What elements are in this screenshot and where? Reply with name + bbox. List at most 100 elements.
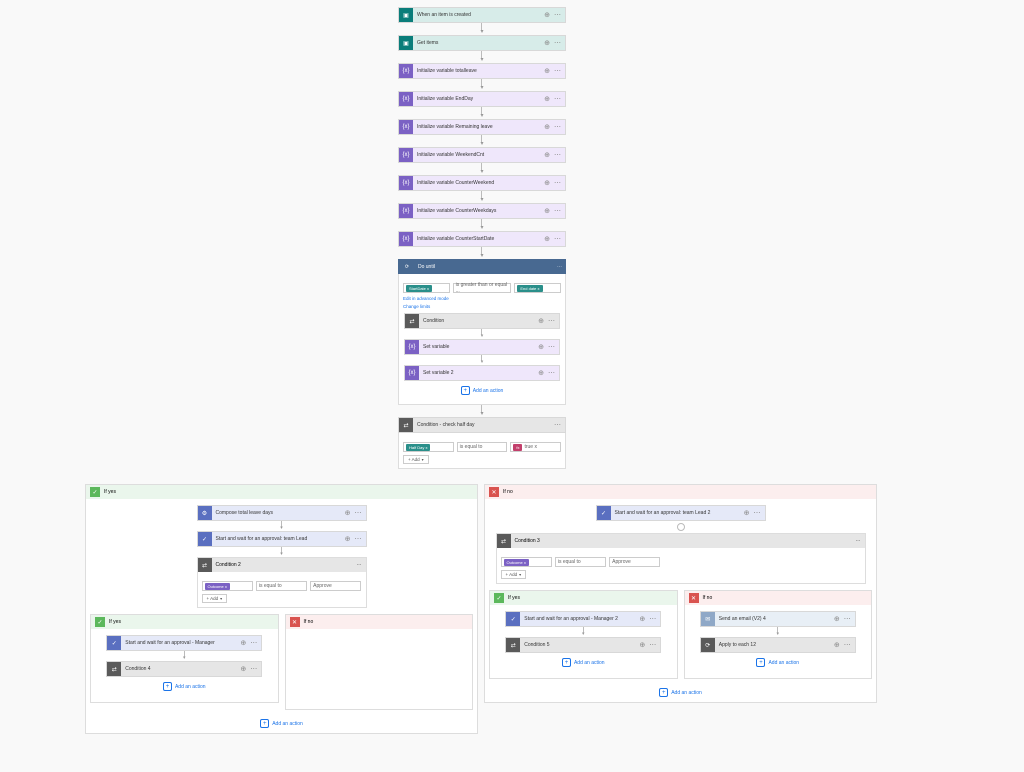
- variable-icon: {x}: [399, 120, 413, 134]
- add-action-link[interactable]: +Add an action: [86, 719, 477, 728]
- right-operand[interactable]: Approve: [609, 557, 660, 567]
- init-var-card[interactable]: {x}Initialize variable CounterStartDate⊕…: [398, 231, 566, 247]
- condition4-card[interactable]: ⇄Condition 4⊕⋯: [106, 661, 262, 677]
- operator-select[interactable]: is equal to: [457, 442, 508, 452]
- inner-if-yes: ✓If yes ✓Start and wait for an approval …: [489, 590, 678, 679]
- check-icon: ✓: [494, 593, 504, 603]
- init-var-card[interactable]: {x}Initialize variable Remaining leave⊕⋯: [398, 119, 566, 135]
- cross-icon: ✕: [489, 487, 499, 497]
- approval-card[interactable]: ✓Start and wait for an approval: team Le…: [197, 531, 367, 547]
- approval-icon: ✓: [107, 636, 121, 650]
- right-operand[interactable]: fxtrue x: [510, 442, 561, 452]
- collapse-icon[interactable]: ⊕: [544, 39, 550, 47]
- variable-icon: {x}: [405, 340, 419, 354]
- send-email-card[interactable]: ✉Send an email (V2) 4⊕⋯: [700, 611, 856, 627]
- if-yes-branch: ✓If yes ⚙Compose total leave days⊕⋯ ▾ ✓S…: [85, 484, 478, 734]
- operator-select[interactable]: is equal to: [256, 581, 307, 591]
- do-until-condition-row: StartDate x is greater than or equal ...…: [403, 283, 561, 293]
- approval-icon: ✓: [597, 506, 611, 520]
- add-condition-button[interactable]: + Add▾: [202, 594, 228, 603]
- add-condition-button[interactable]: + Add▾: [501, 570, 527, 579]
- card-title: When an item is created: [413, 12, 544, 18]
- token-startdate: StartDate x: [406, 285, 432, 292]
- more-icon[interactable]: ⋯: [554, 67, 561, 75]
- more-icon[interactable]: ⋯: [554, 11, 561, 19]
- condition3-box: ⇄Condition 3⋯ Outcome x is equal to Appr…: [496, 533, 866, 584]
- insert-step-circle[interactable]: [677, 523, 685, 531]
- condition2-header[interactable]: ⇄Condition 2⋯: [198, 558, 366, 572]
- init-var-card[interactable]: {x}Initialize variable WeekendCnt⊕⋯: [398, 147, 566, 163]
- change-limits-link[interactable]: Change limits: [403, 304, 561, 309]
- approval-card[interactable]: ✓Start and wait for an approval: team Le…: [596, 505, 766, 521]
- add-action-link[interactable]: +Add an action: [461, 386, 504, 395]
- condition3-header[interactable]: ⇄Condition 3⋯: [497, 534, 865, 548]
- init-var-card[interactable]: {x}Initialize variable totalleave⊕⋯: [398, 63, 566, 79]
- more-icon[interactable]: ⋯: [554, 39, 561, 47]
- do-until-header[interactable]: ⟳ Do until ⋯: [398, 259, 566, 274]
- connector-arrow: ▾: [480, 23, 483, 35]
- cross-icon: ✕: [290, 617, 300, 627]
- condition2-box: ⇄Condition 2⋯ Outcome x is equal to Appr…: [197, 557, 367, 608]
- card-actions: ⊕⋯: [544, 11, 565, 19]
- add-action-link[interactable]: +Add an action: [485, 688, 876, 697]
- compose-card[interactable]: ⚙Compose total leave days⊕⋯: [197, 505, 367, 521]
- right-operand[interactable]: Approve: [310, 581, 361, 591]
- left-operand[interactable]: StartDate x: [403, 283, 450, 293]
- card-title: Get items: [413, 40, 544, 46]
- left-operand[interactable]: Half Day x: [403, 442, 454, 452]
- edit-advanced-link[interactable]: Edit in advanced mode: [403, 296, 561, 301]
- init-var-card[interactable]: {x}Initialize variable CounterWeekend⊕⋯: [398, 175, 566, 191]
- right-operand[interactable]: End date x: [514, 283, 561, 293]
- connector-arrow: ▾: [480, 51, 483, 63]
- condition-halfday: ⇄Condition - check half day⋯ Half Day x …: [398, 417, 566, 469]
- check-icon: ✓: [90, 487, 100, 497]
- condition5-card[interactable]: ⇄Condition 5⊕⋯: [505, 637, 661, 653]
- variable-icon: {x}: [399, 232, 413, 246]
- if-no-header: ✕If no: [485, 485, 876, 499]
- condition-icon: ⇄: [405, 314, 419, 328]
- variable-icon: {x}: [405, 366, 419, 380]
- sharepoint-icon: ▣: [399, 36, 413, 50]
- setvar-card[interactable]: {x}Set variable 2⊕⋯: [404, 365, 560, 381]
- condition-icon: ⇄: [497, 534, 511, 548]
- condition-icon: ⇄: [399, 418, 413, 432]
- more-icon[interactable]: ⋯: [557, 264, 562, 270]
- do-until-container: ⟳ Do until ⋯ StartDate x is greater than…: [398, 259, 566, 405]
- condition-card[interactable]: ⇄Condition⊕⋯: [404, 313, 560, 329]
- branches-row: ✓If yes ⚙Compose total leave days⊕⋯ ▾ ✓S…: [71, 484, 891, 734]
- operator-select[interactable]: is greater than or equal ...: [453, 283, 512, 293]
- collapse-icon[interactable]: ⊕: [544, 11, 550, 19]
- add-action-link[interactable]: +Add an action: [562, 658, 605, 667]
- sharepoint-icon: ▣: [399, 8, 413, 22]
- apply-each-card[interactable]: ⟳Apply to each 12⊕⋯: [700, 637, 856, 653]
- condition-header[interactable]: ⇄Condition - check half day⋯: [398, 417, 566, 433]
- variable-icon: {x}: [399, 64, 413, 78]
- condition-icon: ⇄: [198, 558, 212, 572]
- approval-mgr-card[interactable]: ✓Start and wait for an approval - Manage…: [106, 635, 262, 651]
- variable-icon: {x}: [399, 204, 413, 218]
- left-operand[interactable]: Outcome x: [501, 557, 552, 567]
- add-condition-button[interactable]: + Add▾: [403, 455, 429, 464]
- loop-icon: ⟳: [400, 260, 414, 274]
- variable-icon: {x}: [399, 176, 413, 190]
- approval-mgr-card[interactable]: ✓Start and wait for an approval - Manage…: [505, 611, 661, 627]
- add-action-link[interactable]: +Add an action: [756, 658, 799, 667]
- add-action-link[interactable]: +Add an action: [163, 682, 206, 691]
- getitems-card[interactable]: ▣ Get items ⊕ ⋯: [398, 35, 566, 51]
- left-operand[interactable]: Outcome x: [202, 581, 253, 591]
- collapse-icon[interactable]: ⊕: [544, 67, 550, 75]
- if-no-branch: ✕If no ✓Start and wait for an approval: …: [484, 484, 877, 703]
- main-flow-column: ▣ When an item is created ⊕⋯ ▾ ▣ Get ite…: [398, 7, 566, 469]
- init-var-card[interactable]: {x}Initialize variable EndDay⊕⋯: [398, 91, 566, 107]
- condition-icon: ⇄: [107, 662, 121, 676]
- init-var-card[interactable]: {x}Initialize variable CounterWeekdays⊕⋯: [398, 203, 566, 219]
- inner-if-yes: ✓If yes ✓Start and wait for an approval …: [90, 614, 279, 703]
- condition-icon: ⇄: [506, 638, 520, 652]
- check-icon: ✓: [95, 617, 105, 627]
- operator-select[interactable]: is equal to: [555, 557, 606, 567]
- setvar-card[interactable]: {x}Set variable⊕⋯: [404, 339, 560, 355]
- loop-icon: ⟳: [701, 638, 715, 652]
- trigger-card[interactable]: ▣ When an item is created ⊕⋯: [398, 7, 566, 23]
- if-yes-header: ✓If yes: [86, 485, 477, 499]
- flow-canvas: ▣ When an item is created ⊕⋯ ▾ ▣ Get ite…: [0, 0, 1024, 772]
